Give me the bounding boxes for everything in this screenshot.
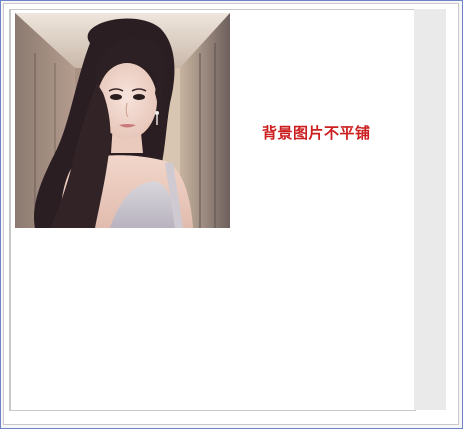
background-no-repeat-caption: 背景图片不平铺 (262, 124, 371, 142)
portrait-photo (15, 13, 230, 228)
portrait-photo-illustration (15, 13, 230, 228)
vertical-scrollbar[interactable] (414, 9, 446, 410)
